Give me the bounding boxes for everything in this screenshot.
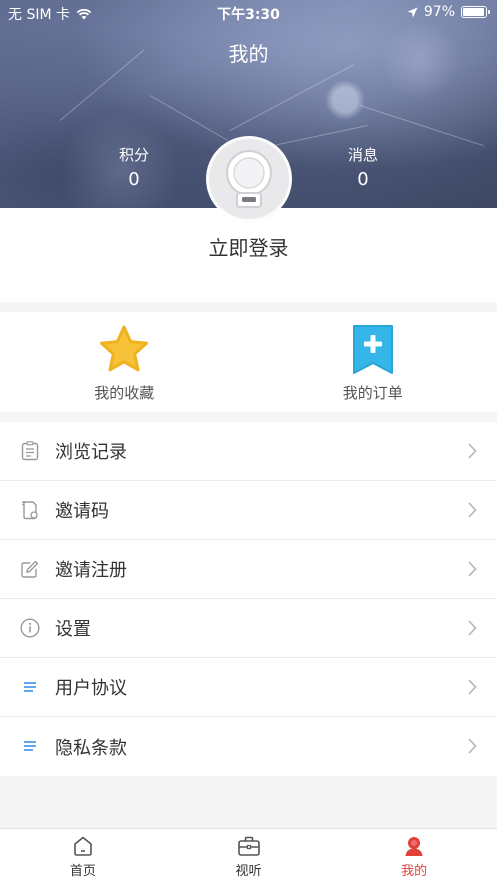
bookmark-plus-icon xyxy=(352,325,393,374)
orders-button[interactable]: 我的订单 xyxy=(249,312,497,412)
points-label: 积分 xyxy=(118,146,149,164)
points-stat[interactable]: 积分 0 xyxy=(94,144,174,190)
list-icon xyxy=(20,677,40,697)
menu-item-label: 设置 xyxy=(55,619,91,640)
messages-label: 消息 xyxy=(347,146,378,164)
menu-item-label: 浏览记录 xyxy=(55,442,127,463)
settings-menu: 浏览记录 邀请码 邀请注册 设置 用户协议 隐私条款 xyxy=(0,422,497,776)
menu-item-label: 隐私条款 xyxy=(55,737,127,759)
menu-item-settings[interactable]: 设置 xyxy=(0,599,497,658)
edit-icon xyxy=(20,559,40,579)
login-button[interactable]: 立即登录 xyxy=(0,232,497,261)
favorites-button[interactable]: 我的收藏 xyxy=(0,312,249,412)
menu-item-user-agreement[interactable]: 用户协议 xyxy=(0,658,497,717)
tab-audio-video[interactable]: 视听 xyxy=(166,829,332,883)
chevron-right-icon xyxy=(468,620,477,636)
menu-item-label: 邀请注册 xyxy=(55,560,127,581)
tab-label: 首页 xyxy=(69,864,96,879)
messages-value: 0 xyxy=(357,169,369,190)
chevron-right-icon xyxy=(468,738,477,754)
tab-mine[interactable]: 我的 xyxy=(331,829,497,883)
list-icon xyxy=(20,736,40,756)
menu-item-invite-code[interactable]: 邀请码 xyxy=(0,481,497,540)
points-value: 0 xyxy=(128,169,140,190)
bottom-tab-bar: 首页 视听 我的 xyxy=(0,828,497,883)
battery-icon xyxy=(461,6,490,18)
tab-label: 视听 xyxy=(235,864,262,879)
favorites-label: 我的收藏 xyxy=(94,384,155,402)
messages-stat[interactable]: 消息 0 xyxy=(323,144,403,190)
star-icon xyxy=(100,325,149,372)
menu-item-label: 邀请码 xyxy=(55,501,109,522)
page-title: 我的 xyxy=(228,42,269,66)
user-icon xyxy=(405,837,423,856)
invite-code-icon xyxy=(20,500,40,520)
astronaut-avatar-icon xyxy=(226,150,272,208)
briefcase-icon xyxy=(237,836,260,856)
menu-item-label: 用户协议 xyxy=(55,678,127,699)
quick-actions: 我的收藏 我的订单 xyxy=(0,312,497,412)
history-icon xyxy=(20,441,40,461)
avatar[interactable] xyxy=(206,136,292,222)
orders-label: 我的订单 xyxy=(342,384,403,402)
menu-item-invite-register[interactable]: 邀请注册 xyxy=(0,540,497,599)
login-card: 立即登录 xyxy=(0,208,497,302)
chevron-right-icon xyxy=(468,443,477,459)
tab-label: 我的 xyxy=(401,864,428,879)
tab-home[interactable]: 首页 xyxy=(0,829,166,883)
profile-page: 无 SIM 卡 下午3:30 97% 我的 积分 0 消息 0 立即登录 我的收… xyxy=(0,0,497,883)
chevron-right-icon xyxy=(468,679,477,695)
menu-item-history[interactable]: 浏览记录 xyxy=(0,422,497,481)
chevron-right-icon xyxy=(468,502,477,518)
info-icon xyxy=(20,618,40,638)
chevron-right-icon xyxy=(468,561,477,577)
home-icon xyxy=(74,836,92,856)
location-arrow-icon xyxy=(407,7,418,17)
battery-percent: 97% xyxy=(423,4,455,20)
menu-item-privacy-policy[interactable]: 隐私条款 xyxy=(0,717,497,776)
status-bar: 无 SIM 卡 下午3:30 97% xyxy=(0,0,497,26)
